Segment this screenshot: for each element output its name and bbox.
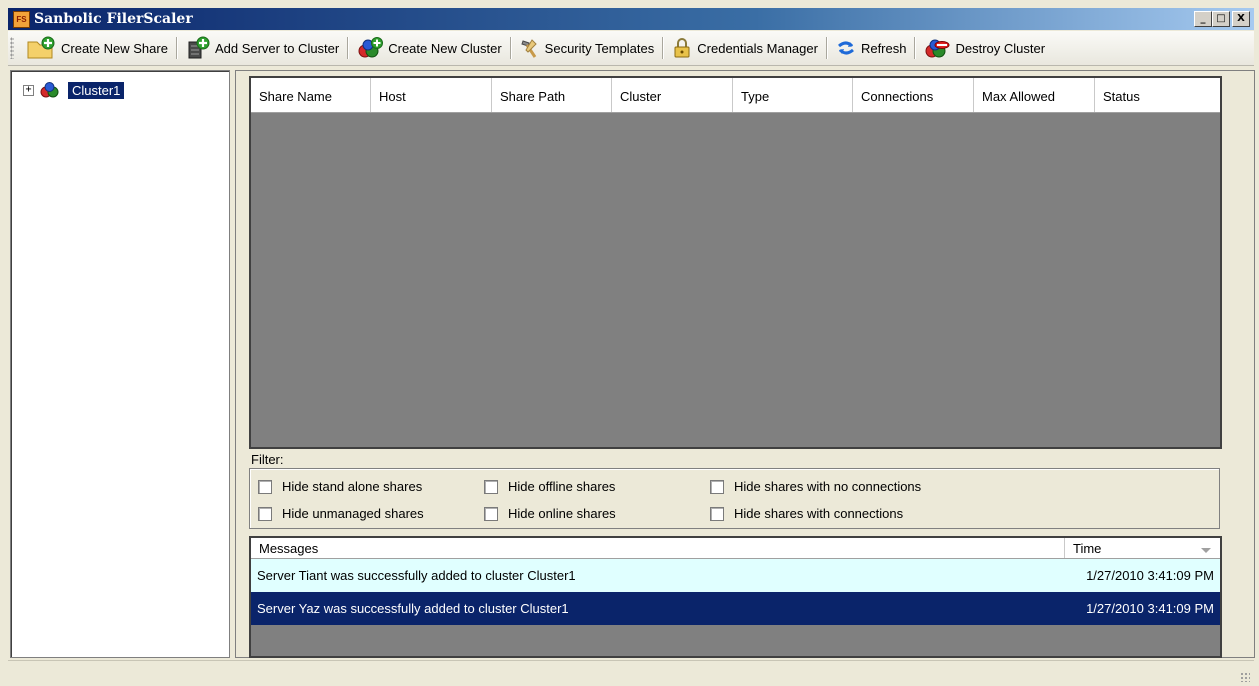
sort-down-icon bbox=[1201, 548, 1211, 553]
status-bar bbox=[8, 660, 1254, 686]
cluster-tree[interactable]: + Cluster1 bbox=[10, 70, 230, 658]
toolbar-separator bbox=[509, 37, 512, 59]
checkbox-box[interactable] bbox=[710, 506, 724, 521]
message-row[interactable]: Server Tiant was successfully added to c… bbox=[251, 559, 1220, 592]
tree-item-cluster1[interactable]: + Cluster1 bbox=[23, 81, 125, 99]
refresh-label: Refresh bbox=[860, 40, 907, 56]
column-header-max-allowed[interactable]: Max Allowed bbox=[974, 78, 1095, 112]
window-title: Sanbolic FilerScaler bbox=[34, 11, 193, 27]
column-header-share-name[interactable]: Share Name bbox=[251, 78, 371, 112]
security-templates-label: Security Templates bbox=[544, 40, 655, 56]
destroy-cluster-button[interactable]: Destroy Cluster bbox=[918, 34, 1051, 62]
hide-offline-checkbox[interactable]: Hide offline shares bbox=[484, 479, 615, 494]
shares-grid[interactable]: Share Name Host Share Path Cluster Type … bbox=[249, 76, 1222, 449]
toolbar-separator bbox=[662, 37, 665, 59]
toolbar-separator bbox=[347, 37, 350, 59]
message-time: 1/27/2010 3:41:09 PM bbox=[1086, 601, 1214, 616]
app-logo-icon: FS bbox=[13, 10, 30, 28]
message-row-selected[interactable]: Server Yaz was successfully added to clu… bbox=[251, 592, 1220, 625]
main-panel: Share Name Host Share Path Cluster Type … bbox=[235, 70, 1255, 658]
column-header-time[interactable]: Time bbox=[1065, 538, 1220, 558]
column-header-type[interactable]: Type bbox=[733, 78, 853, 112]
hide-no-connections-checkbox[interactable]: Hide shares with no connections bbox=[710, 479, 921, 494]
checkbox-label: Hide stand alone shares bbox=[282, 479, 423, 494]
credentials-manager-button[interactable]: Credentials Manager bbox=[666, 34, 824, 62]
cluster-remove-icon bbox=[925, 39, 950, 58]
toolbar-separator bbox=[914, 37, 917, 59]
column-header-messages[interactable]: Messages bbox=[251, 538, 1065, 558]
maximize-button[interactable]: □ bbox=[1212, 11, 1230, 27]
checkbox-box[interactable] bbox=[484, 506, 498, 521]
checkbox-label: Hide online shares bbox=[508, 506, 616, 521]
close-button[interactable]: X bbox=[1232, 11, 1250, 27]
hide-stand-alone-checkbox[interactable]: Hide stand alone shares bbox=[258, 479, 422, 494]
checkbox-label: Hide offline shares bbox=[508, 479, 616, 494]
column-header-cluster[interactable]: Cluster bbox=[612, 78, 733, 112]
toolbar-separator bbox=[175, 37, 178, 59]
toolbar-grip[interactable] bbox=[10, 37, 14, 59]
server-add-icon bbox=[188, 36, 210, 59]
message-text: Server Yaz was successfully added to clu… bbox=[257, 601, 569, 616]
filter-group: Hide stand alone shares Hide offline sha… bbox=[249, 468, 1220, 529]
create-new-cluster-label: Create New Cluster bbox=[388, 40, 502, 56]
column-header-time-label: Time bbox=[1073, 541, 1102, 556]
create-new-share-label: Create New Share bbox=[61, 40, 168, 56]
column-header-connections[interactable]: Connections bbox=[853, 78, 974, 112]
toolbar-separator bbox=[825, 37, 828, 59]
checkbox-box[interactable] bbox=[258, 479, 272, 494]
message-text: Server Tiant was successfully added to c… bbox=[257, 568, 576, 583]
messages-list[interactable]: Messages Time Server Tiant was successfu… bbox=[249, 536, 1222, 658]
checkbox-box[interactable] bbox=[710, 479, 724, 494]
cluster-icon bbox=[40, 82, 59, 98]
resize-grip-icon[interactable] bbox=[1240, 672, 1250, 682]
refresh-icon bbox=[837, 41, 854, 55]
column-header-share-path[interactable]: Share Path bbox=[492, 78, 612, 112]
column-header-status[interactable]: Status bbox=[1095, 78, 1220, 112]
checkbox-label: Hide unmanaged shares bbox=[282, 506, 424, 521]
checkbox-box[interactable] bbox=[484, 479, 498, 494]
window-controls: _ □ X bbox=[1194, 11, 1250, 27]
hide-with-connections-checkbox[interactable]: Hide shares with connections bbox=[710, 506, 903, 521]
checkbox-box[interactable] bbox=[258, 506, 272, 521]
tree-item-label[interactable]: Cluster1 bbox=[68, 81, 125, 99]
credentials-manager-label: Credentials Manager bbox=[697, 40, 818, 56]
column-header-host[interactable]: Host bbox=[371, 78, 492, 112]
refresh-button[interactable]: Refresh bbox=[830, 34, 913, 62]
messages-header: Messages Time bbox=[251, 538, 1220, 559]
title-bar[interactable]: FS Sanbolic FilerScaler _ □ X bbox=[8, 8, 1254, 30]
destroy-cluster-label: Destroy Cluster bbox=[955, 40, 1046, 56]
add-server-to-cluster-label: Add Server to Cluster bbox=[214, 40, 340, 56]
toolbar: Create New Share Add Server to Cluster C… bbox=[8, 31, 1254, 66]
checkbox-label: Hide shares with no connections bbox=[734, 479, 922, 494]
hammer-tools-icon bbox=[521, 39, 537, 58]
minimize-button[interactable]: _ bbox=[1194, 11, 1212, 27]
expand-icon[interactable]: + bbox=[23, 84, 34, 96]
hide-online-checkbox[interactable]: Hide online shares bbox=[484, 506, 616, 521]
message-time: 1/27/2010 3:41:09 PM bbox=[1086, 568, 1214, 583]
security-templates-button[interactable]: Security Templates bbox=[514, 34, 661, 62]
folder-add-icon bbox=[27, 36, 55, 59]
checkbox-label: Hide shares with connections bbox=[734, 506, 904, 521]
create-new-share-button[interactable]: Create New Share bbox=[20, 34, 174, 62]
add-server-to-cluster-button[interactable]: Add Server to Cluster bbox=[180, 34, 345, 62]
create-new-cluster-button[interactable]: Create New Cluster bbox=[351, 34, 507, 62]
lock-icon bbox=[674, 38, 690, 58]
shares-grid-header: Share Name Host Share Path Cluster Type … bbox=[251, 78, 1220, 113]
cluster-add-icon bbox=[358, 37, 384, 58]
filter-label: Filter: bbox=[251, 452, 284, 467]
hide-unmanaged-checkbox[interactable]: Hide unmanaged shares bbox=[258, 506, 424, 521]
